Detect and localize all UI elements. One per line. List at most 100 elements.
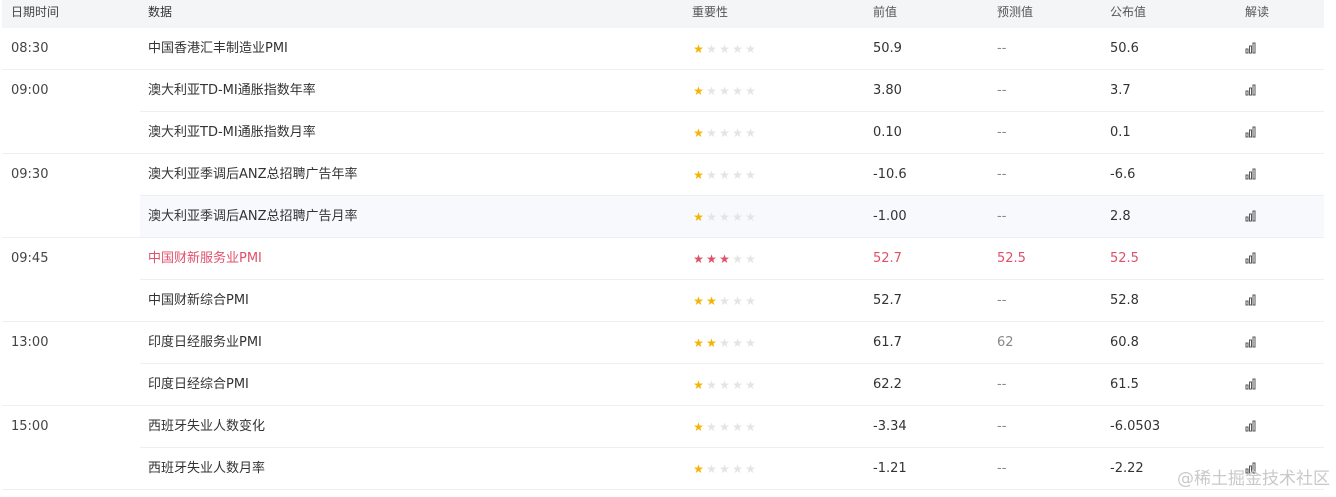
table-row[interactable]: 澳大利亚季调后ANZ总招聘广告月率 ★ ★ ★ ★ ★ -1.00 -- 2.8 bbox=[2, 196, 1324, 238]
star-icon: ★ bbox=[706, 294, 717, 308]
interpret-button[interactable] bbox=[1245, 196, 1257, 238]
interpret-button[interactable] bbox=[1245, 70, 1257, 112]
star-icon: ★ bbox=[719, 420, 730, 434]
row-previous-value: 0.10 bbox=[873, 125, 902, 140]
table-row[interactable]: 中国财新综合PMI ★ ★ ★ ★ ★ 52.7 -- 52.8 bbox=[2, 280, 1324, 322]
interpret-button[interactable] bbox=[1245, 406, 1257, 448]
row-time: 13:00 bbox=[11, 335, 49, 350]
star-icon: ★ bbox=[732, 462, 743, 476]
star-icon: ★ bbox=[745, 294, 756, 308]
economic-calendar-table: 日期时间 数据 重要性 前值 预测值 公布值 解读 08:30 中国香港汇丰制造业… bbox=[2, 0, 1324, 490]
row-indicator-name[interactable]: 印度日经综合PMI bbox=[148, 364, 249, 406]
star-icon: ★ bbox=[693, 168, 704, 182]
row-published-value: 2.8 bbox=[1110, 209, 1131, 224]
header-previous: 前值 bbox=[873, 5, 898, 19]
bar-chart-icon[interactable] bbox=[1245, 336, 1257, 348]
star-icon: ★ bbox=[719, 378, 730, 392]
row-published-value: 0.1 bbox=[1110, 125, 1131, 140]
row-forecast-value: -- bbox=[997, 41, 1007, 56]
table-row[interactable]: 13:00 印度日经服务业PMI ★ ★ ★ ★ ★ 61.7 62 60.8 bbox=[2, 322, 1324, 364]
row-forecast-value: -- bbox=[997, 167, 1007, 182]
row-indicator-name[interactable]: 中国财新服务业PMI bbox=[148, 238, 262, 280]
table-row[interactable]: 09:45 中国财新服务业PMI ★ ★ ★ ★ ★ 52.7 52.5 52.5 bbox=[2, 238, 1324, 280]
star-icon: ★ bbox=[745, 126, 756, 140]
interpret-button[interactable] bbox=[1245, 154, 1257, 196]
row-indicator-name[interactable]: 印度日经服务业PMI bbox=[148, 322, 262, 364]
time-column-background bbox=[2, 196, 140, 237]
row-forecast-value: -- bbox=[997, 293, 1007, 308]
star-icon: ★ bbox=[693, 462, 704, 476]
star-icon: ★ bbox=[732, 42, 743, 56]
star-icon: ★ bbox=[719, 336, 730, 350]
header-time: 日期时间 bbox=[11, 5, 60, 19]
interpret-button[interactable] bbox=[1245, 112, 1257, 154]
importance-stars: ★ ★ ★ ★ ★ bbox=[692, 70, 757, 112]
header-importance: 重要性 bbox=[692, 5, 729, 19]
bar-chart-icon[interactable] bbox=[1245, 84, 1257, 96]
star-icon: ★ bbox=[745, 42, 756, 56]
row-indicator-name[interactable]: 澳大利亚季调后ANZ总招聘广告月率 bbox=[148, 196, 358, 238]
row-indicator-name[interactable]: 澳大利亚TD-MI通胀指数年率 bbox=[148, 70, 316, 112]
importance-stars: ★ ★ ★ ★ ★ bbox=[692, 112, 757, 154]
table-row[interactable]: 15:00 西班牙失业人数变化 ★ ★ ★ ★ ★ -3.34 -- -6.0503 bbox=[2, 406, 1324, 448]
row-indicator-name[interactable]: 西班牙失业人数变化 bbox=[148, 406, 265, 448]
table-row[interactable]: 西班牙失业人数月率 ★ ★ ★ ★ ★ -1.21 -- -2.22 bbox=[2, 448, 1324, 490]
interpret-button[interactable] bbox=[1245, 322, 1257, 364]
star-icon: ★ bbox=[732, 378, 743, 392]
star-icon: ★ bbox=[693, 42, 704, 56]
interpret-button[interactable] bbox=[1245, 364, 1257, 406]
star-icon: ★ bbox=[745, 84, 756, 98]
star-icon: ★ bbox=[732, 294, 743, 308]
bar-chart-icon[interactable] bbox=[1245, 210, 1257, 222]
row-published-value: 60.8 bbox=[1110, 335, 1139, 350]
interpret-button[interactable] bbox=[1245, 28, 1257, 70]
star-icon: ★ bbox=[732, 336, 743, 350]
star-icon: ★ bbox=[706, 378, 717, 392]
interpret-button[interactable] bbox=[1245, 280, 1257, 322]
star-icon: ★ bbox=[719, 126, 730, 140]
row-previous-value: 62.2 bbox=[873, 377, 902, 392]
bar-chart-icon[interactable] bbox=[1245, 168, 1257, 180]
row-indicator-name[interactable]: 中国财新综合PMI bbox=[148, 280, 249, 322]
row-previous-value: 61.7 bbox=[873, 335, 902, 350]
table-row[interactable]: 08:30 中国香港汇丰制造业PMI ★ ★ ★ ★ ★ 50.9 -- 50.6 bbox=[2, 28, 1324, 70]
row-indicator-name[interactable]: 中国香港汇丰制造业PMI bbox=[148, 28, 288, 70]
importance-stars: ★ ★ ★ ★ ★ bbox=[692, 280, 757, 322]
watermark: @稀土掘金技术社区 bbox=[1177, 469, 1330, 489]
importance-stars: ★ ★ ★ ★ ★ bbox=[692, 364, 757, 406]
row-indicator-name[interactable]: 澳大利亚季调后ANZ总招聘广告年率 bbox=[148, 154, 358, 196]
bar-chart-icon[interactable] bbox=[1245, 294, 1257, 306]
star-icon: ★ bbox=[732, 252, 743, 266]
star-icon: ★ bbox=[745, 168, 756, 182]
star-icon: ★ bbox=[745, 210, 756, 224]
bar-chart-icon[interactable] bbox=[1245, 378, 1257, 390]
table-row[interactable]: 09:30 澳大利亚季调后ANZ总招聘广告年率 ★ ★ ★ ★ ★ -10.6 -- -6.6 bbox=[2, 154, 1324, 196]
star-icon: ★ bbox=[693, 336, 704, 350]
bar-chart-icon[interactable] bbox=[1245, 420, 1257, 432]
importance-stars: ★ ★ ★ ★ ★ bbox=[692, 28, 757, 70]
row-previous-value: -1.00 bbox=[873, 209, 907, 224]
row-time: 09:30 bbox=[11, 167, 49, 182]
table-row[interactable]: 印度日经综合PMI ★ ★ ★ ★ ★ 62.2 -- 61.5 bbox=[2, 364, 1324, 406]
row-forecast-value: 52.5 bbox=[997, 251, 1026, 266]
row-indicator-name[interactable]: 澳大利亚TD-MI通胀指数月率 bbox=[148, 112, 316, 154]
bar-chart-icon[interactable] bbox=[1245, 252, 1257, 264]
bar-chart-icon[interactable] bbox=[1245, 42, 1257, 54]
interpret-button[interactable] bbox=[1245, 238, 1257, 280]
importance-stars: ★ ★ ★ ★ ★ bbox=[692, 238, 757, 280]
star-icon: ★ bbox=[693, 84, 704, 98]
row-published-value: 50.6 bbox=[1110, 41, 1139, 56]
table-row[interactable]: 澳大利亚TD-MI通胀指数月率 ★ ★ ★ ★ ★ 0.10 -- 0.1 bbox=[2, 112, 1324, 154]
star-icon: ★ bbox=[719, 84, 730, 98]
bar-chart-icon[interactable] bbox=[1245, 126, 1257, 138]
star-icon: ★ bbox=[719, 168, 730, 182]
row-forecast-value: -- bbox=[997, 377, 1007, 392]
table-row[interactable]: 09:00 澳大利亚TD-MI通胀指数年率 ★ ★ ★ ★ ★ 3.80 -- 3.7 bbox=[2, 70, 1324, 112]
star-icon: ★ bbox=[745, 252, 756, 266]
row-indicator-name[interactable]: 西班牙失业人数月率 bbox=[148, 448, 265, 490]
row-time: 09:45 bbox=[11, 251, 49, 266]
header-forecast: 预测值 bbox=[997, 5, 1034, 19]
row-published-value: -2.22 bbox=[1110, 461, 1144, 476]
header-published: 公布值 bbox=[1110, 5, 1147, 19]
row-forecast-value: -- bbox=[997, 461, 1007, 476]
